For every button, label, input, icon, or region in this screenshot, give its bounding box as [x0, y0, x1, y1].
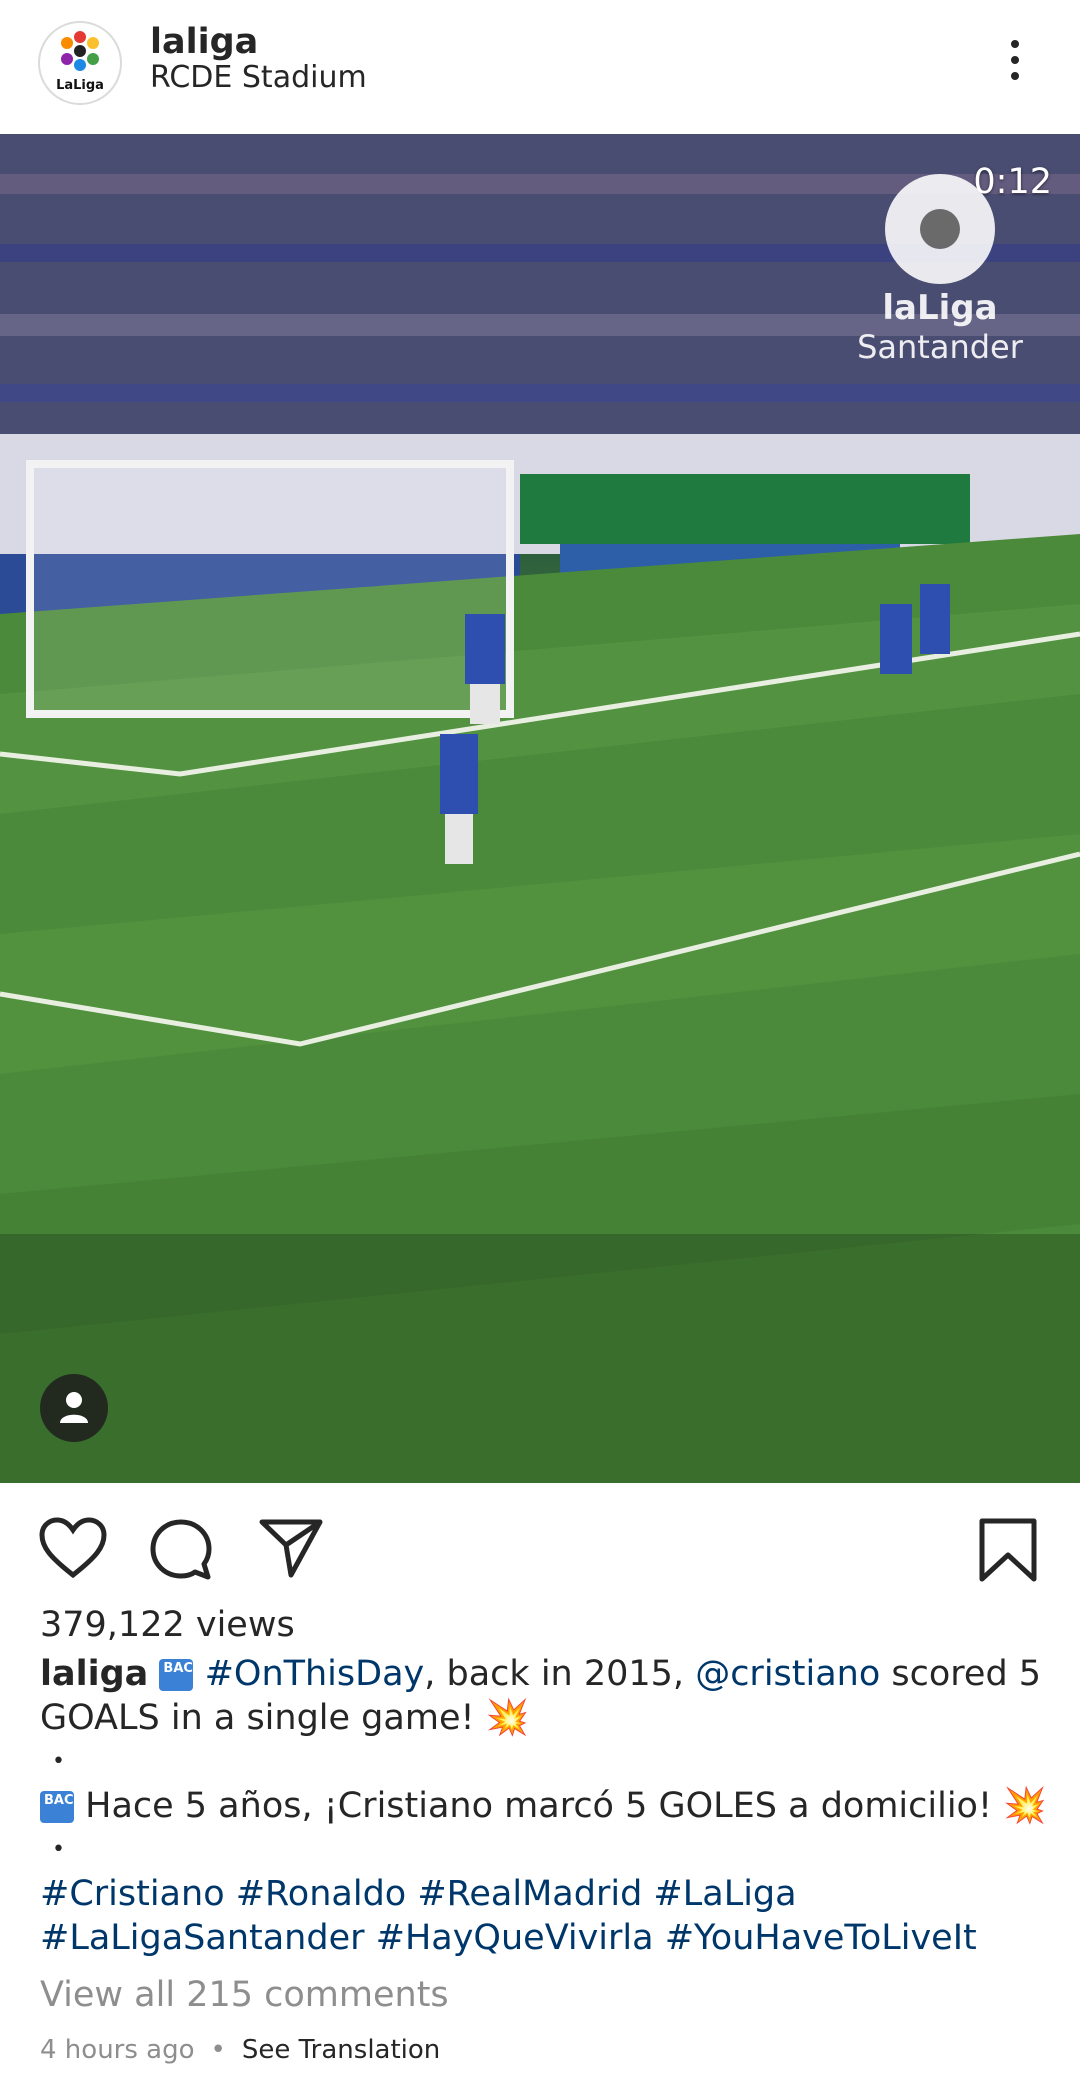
- spanish-text: Hace 5 años, ¡Cristiano marcó 5 GOLES a …: [74, 1786, 1004, 1826]
- caption-username[interactable]: laliga: [40, 1654, 148, 1694]
- watermark-line1: laLiga: [882, 288, 998, 328]
- user-tag-icon[interactable]: [40, 1374, 108, 1442]
- hashtags-line2[interactable]: #LaLigaSantander #HayQueVivirla #YouHave…: [40, 1916, 1050, 1960]
- hashtags-line1[interactable]: #Cristiano #Ronaldo #RealMadrid #LaLiga: [40, 1872, 1050, 1916]
- post-video[interactable]: 0:12 laLiga Santander: [0, 134, 1080, 1483]
- post-meta: 4 hours ago • See Translation: [40, 2035, 440, 2065]
- caption-english: laliga BACK #OnThisDay, back in 2015, @c…: [40, 1652, 1050, 1740]
- post-location[interactable]: RCDE Stadium: [150, 60, 367, 95]
- caption-spanish: BACK Hace 5 años, ¡Cristiano marcó 5 GOL…: [40, 1784, 1050, 1828]
- time-ago: 4 hours ago: [40, 2035, 195, 2065]
- avatar-logo-text: LaLiga: [56, 78, 104, 93]
- post-header: LaLiga laliga RCDE Stadium: [0, 0, 1080, 134]
- heart-icon[interactable]: [38, 1517, 108, 1579]
- post-username[interactable]: laliga: [150, 22, 258, 62]
- caption-text1: , back in 2015,: [424, 1654, 696, 1694]
- profile-avatar[interactable]: LaLiga: [38, 21, 122, 105]
- post-caption: laliga BACK #OnThisDay, back in 2015, @c…: [40, 1652, 1050, 1960]
- back-arrow-icon: BACK: [40, 1791, 84, 1823]
- laliga-watermark: laLiga Santander: [840, 174, 1040, 366]
- hashtag-onthisday[interactable]: #OnThisDay: [205, 1654, 425, 1694]
- comment-icon[interactable]: [148, 1517, 214, 1583]
- bookmark-icon[interactable]: [978, 1517, 1038, 1583]
- views-count[interactable]: 379,122 views: [40, 1605, 295, 1645]
- mention-cristiano[interactable]: @cristiano: [695, 1654, 880, 1694]
- watermark-line2: Santander: [857, 328, 1023, 366]
- meta-separator: •: [210, 2035, 226, 2065]
- more-icon[interactable]: [1000, 36, 1030, 90]
- caption-dot: •: [52, 1837, 65, 1862]
- post-actions: [0, 1483, 1080, 1603]
- see-translation-link[interactable]: See Translation: [242, 2035, 440, 2065]
- laliga-logo-icon: [61, 31, 99, 71]
- view-all-comments[interactable]: View all 215 comments: [40, 1975, 449, 2015]
- share-icon[interactable]: [258, 1517, 324, 1579]
- collision-icon: 💥: [1003, 1786, 1047, 1826]
- collision-icon: 💥: [485, 1698, 530, 1738]
- ball-icon: [885, 174, 995, 284]
- caption-dot: •: [52, 1749, 65, 1774]
- back-arrow-icon: BACK: [159, 1659, 203, 1691]
